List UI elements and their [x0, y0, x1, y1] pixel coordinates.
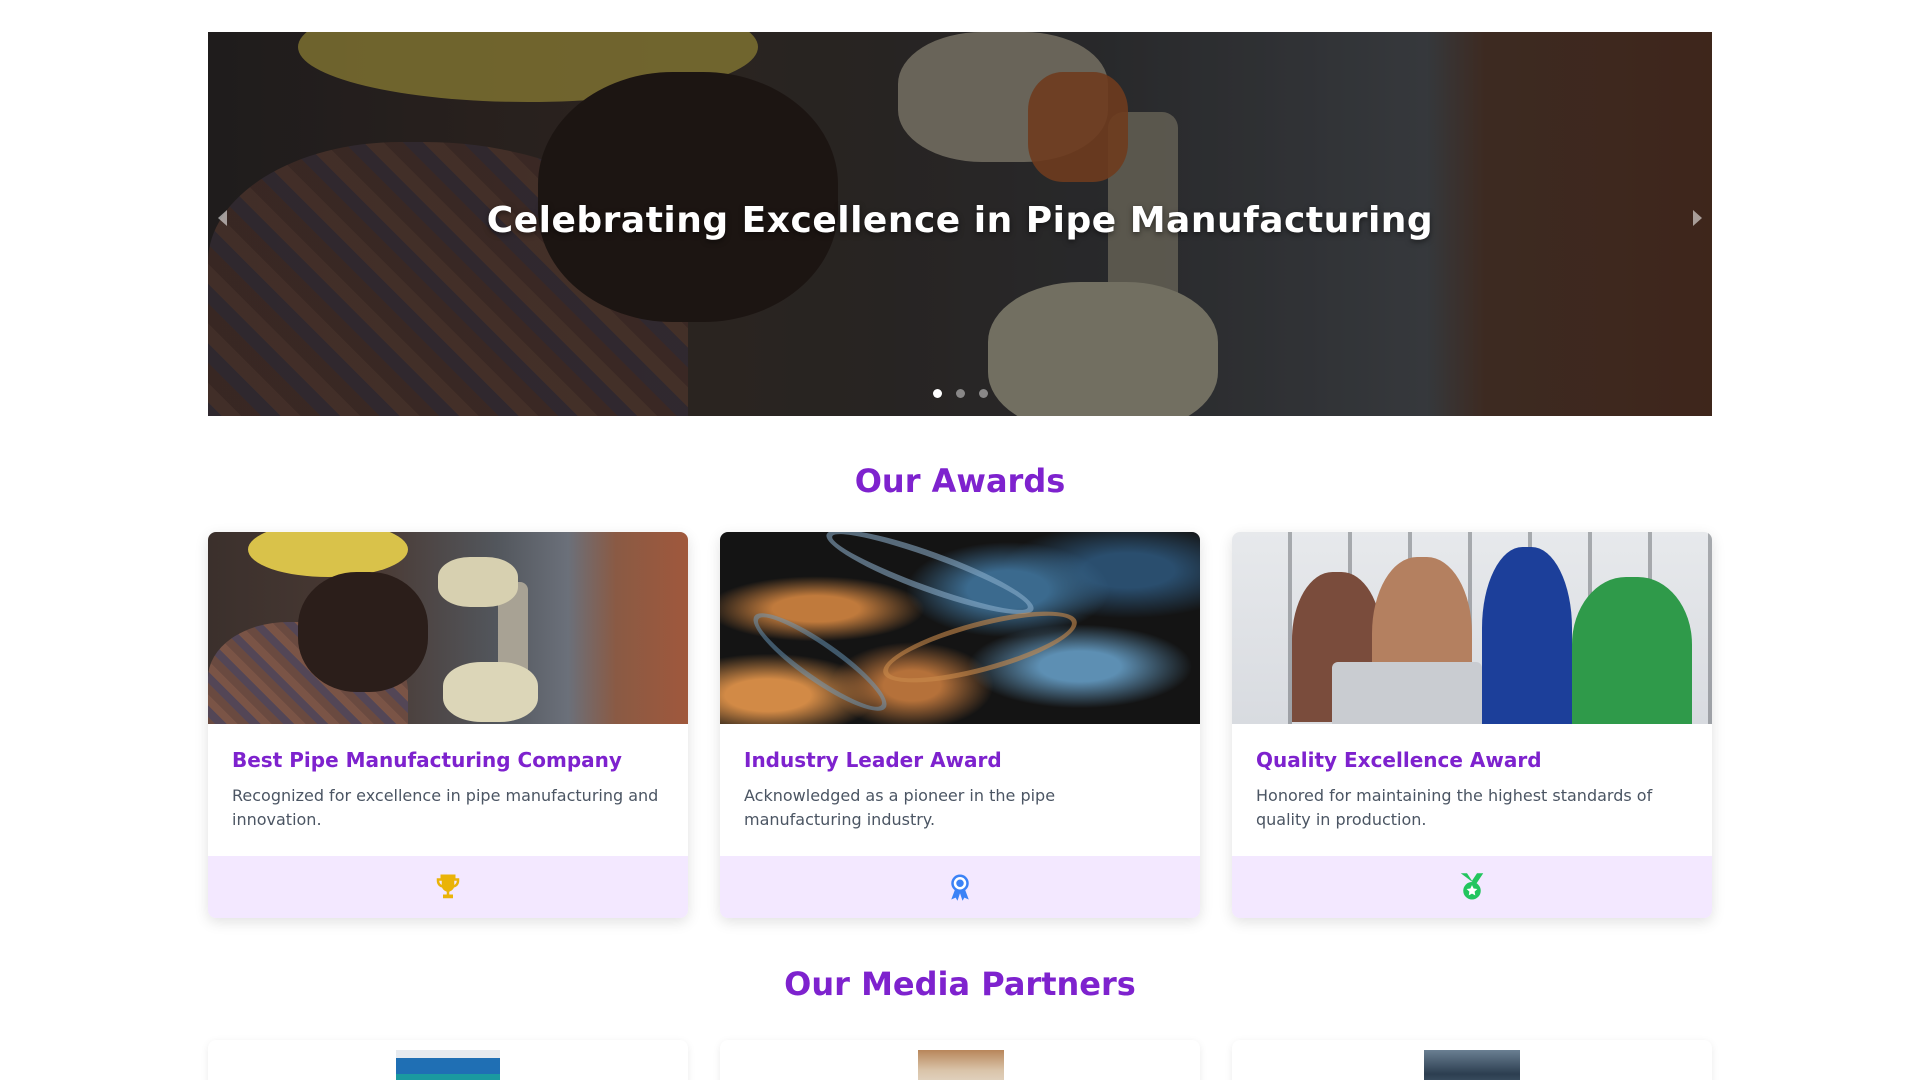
trophy-icon: [436, 874, 460, 899]
carousel-dot-3[interactable]: [978, 389, 988, 398]
media-partner-card[interactable]: [208, 1040, 688, 1080]
award-image: [720, 532, 1200, 724]
carousel-dot-2[interactable]: [955, 389, 965, 398]
carousel-indicators: [0, 389, 1920, 398]
media-partners-heading: Our Media Partners: [784, 965, 1136, 1003]
award-title: Industry Leader Award: [744, 748, 1002, 772]
carousel-next-arrow-icon[interactable]: [1693, 210, 1702, 226]
award-footer: [720, 856, 1200, 918]
carousel-dot-1[interactable]: [932, 389, 942, 398]
carousel-prev-arrow-icon[interactable]: [218, 210, 227, 226]
award-footer: [208, 856, 688, 918]
award-description: Honored for maintaining the highest stan…: [1256, 786, 1653, 829]
media-partner-card[interactable]: [1232, 1040, 1712, 1080]
media-partner-image: [396, 1050, 500, 1080]
award-image: [1232, 532, 1712, 724]
awards-heading: Our Awards: [854, 462, 1066, 500]
award-card: Best Pipe Manufacturing Company Recogniz…: [208, 532, 688, 918]
media-partner-card[interactable]: [720, 1040, 1200, 1080]
award-footer: [1232, 856, 1712, 918]
hero-carousel: Celebrating Excellence in Pipe Manufactu…: [208, 32, 1712, 416]
hero-title: Celebrating Excellence in Pipe Manufactu…: [486, 200, 1434, 241]
award-card: Quality Excellence Award Honored for mai…: [1232, 532, 1712, 918]
award-title: Best Pipe Manufacturing Company: [232, 748, 622, 772]
award-image: [208, 532, 688, 724]
medal-icon: [1460, 873, 1484, 900]
award-title: Quality Excellence Award: [1256, 748, 1542, 772]
media-partner-image: [1424, 1050, 1520, 1080]
award-ribbon-icon: [951, 874, 969, 901]
award-description: Recognized for excellence in pipe manufa…: [232, 786, 659, 829]
award-card: Industry Leader Award Acknowledged as a …: [720, 532, 1200, 918]
award-description: Acknowledged as a pioneer in the pipe ma…: [744, 786, 1056, 829]
media-partner-image: [918, 1050, 1004, 1080]
